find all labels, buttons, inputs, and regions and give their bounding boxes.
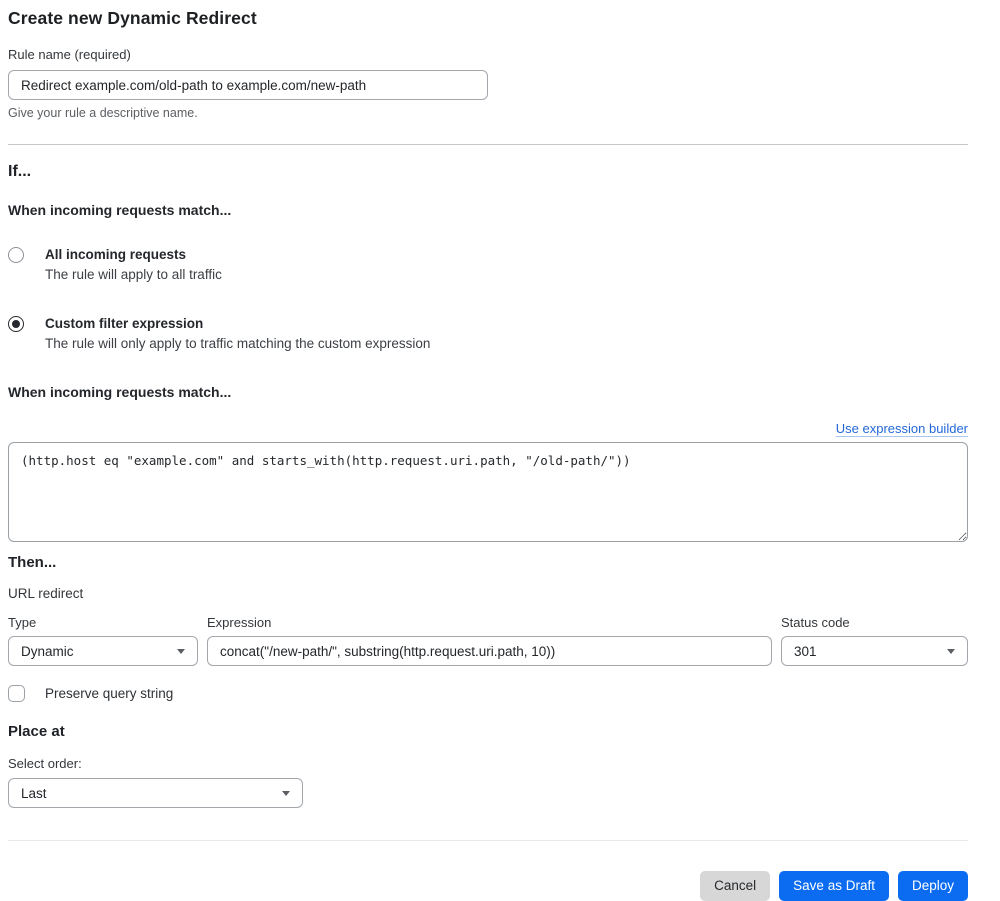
status-code-select[interactable]: 301	[781, 636, 968, 666]
chevron-down-icon	[282, 790, 290, 796]
if-heading: If...	[8, 163, 32, 180]
type-field: Type Dynamic	[8, 615, 198, 666]
rule-name-label: Rule name (required)	[8, 47, 131, 62]
status-code-label: Status code	[781, 615, 850, 630]
expression-match-heading: When incoming requests match...	[8, 384, 232, 400]
use-expression-builder-link[interactable]: Use expression builder	[836, 421, 968, 436]
page-title: Create new Dynamic Redirect	[8, 8, 257, 28]
radio-icon[interactable]	[8, 247, 24, 263]
filter-expression-textarea[interactable]: (http.host eq "example.com" and starts_w…	[8, 442, 968, 542]
expression-field: Expression	[207, 615, 772, 666]
preserve-query-label: Preserve query string	[45, 686, 174, 701]
radio-option-label: All incoming requests	[45, 247, 187, 262]
expression-label: Expression	[207, 615, 272, 630]
radio-option-texts: All incoming requests The rule will appl…	[45, 246, 222, 283]
builder-link-row: Use expression builder	[8, 421, 968, 436]
order-select[interactable]: Last	[8, 778, 303, 808]
status-code-value: 301	[794, 643, 817, 659]
radio-icon[interactable]	[8, 316, 24, 332]
match-heading: When incoming requests match...	[8, 202, 232, 218]
deploy-button[interactable]: Deploy	[897, 871, 968, 901]
radio-option-description: The rule will apply to all traffic	[45, 267, 222, 282]
url-redirect-label: URL redirect	[8, 586, 84, 601]
select-order-label: Select order:	[8, 756, 82, 771]
radio-option-custom-filter[interactable]: Custom filter expression The rule will o…	[8, 315, 968, 352]
radio-option-label: Custom filter expression	[45, 316, 204, 331]
order-select-value: Last	[21, 785, 47, 801]
type-label: Type	[8, 615, 37, 630]
type-select-value: Dynamic	[21, 643, 74, 659]
save-as-draft-button[interactable]: Save as Draft	[779, 871, 889, 901]
preserve-query-checkbox[interactable]	[8, 685, 25, 702]
redirect-fields-row: Type Dynamic Expression Status code 301	[8, 615, 968, 666]
radio-option-all-incoming[interactable]: All incoming requests The rule will appl…	[8, 246, 968, 283]
radio-option-description: The rule will only apply to traffic matc…	[45, 336, 431, 351]
then-heading: Then...	[8, 554, 57, 571]
status-code-field: Status code 301	[781, 615, 968, 666]
rule-name-input[interactable]	[8, 70, 488, 100]
radio-dot	[12, 251, 20, 259]
place-at-heading: Place at	[8, 723, 65, 740]
footer-divider	[8, 840, 968, 841]
footer-actions: Cancel Save as Draft Deploy	[8, 871, 968, 901]
section-divider	[8, 144, 968, 145]
chevron-down-icon	[177, 648, 185, 654]
cancel-button[interactable]: Cancel	[700, 871, 771, 901]
type-select[interactable]: Dynamic	[8, 636, 198, 666]
radio-dot	[12, 320, 20, 328]
radio-option-texts: Custom filter expression The rule will o…	[45, 315, 430, 352]
redirect-expression-input[interactable]	[207, 636, 772, 666]
chevron-down-icon	[947, 648, 955, 654]
preserve-query-row: Preserve query string	[8, 685, 968, 702]
create-redirect-form: Create new Dynamic Redirect Rule name (r…	[8, 8, 968, 901]
rule-name-help: Give your rule a descriptive name.	[8, 106, 198, 120]
